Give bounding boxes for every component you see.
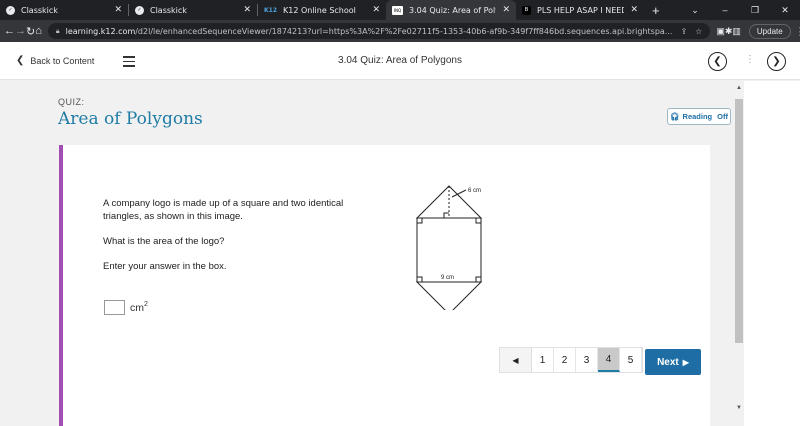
logo-figure: 6 cm 9 cm [415, 185, 483, 310]
brainly-icon: B [522, 5, 531, 15]
question-text: A company logo is made up of a square an… [103, 197, 343, 223]
page-title: 3.04 Quiz: Area of Polygons [338, 55, 462, 66]
k12-icon: K12 [264, 6, 277, 14]
close-icon[interactable]: ✕ [502, 5, 510, 15]
previous-item-button[interactable]: ❮ [708, 52, 727, 71]
unit-exponent: 2 [144, 301, 148, 308]
back-arrow-icon[interactable]: ← [4, 25, 15, 37]
tab-search-icon[interactable]: ⌄ [680, 5, 710, 16]
reading-toggle-button[interactable]: 🎧︎ Reading Off [667, 108, 731, 125]
bookmark-star-icon[interactable]: ☆ [695, 27, 702, 36]
browser-menu-icon[interactable]: ⋮ [795, 25, 800, 38]
close-icon[interactable]: ✕ [114, 5, 122, 15]
close-window-icon[interactable]: ✕ [770, 5, 800, 16]
right-angle-mark [417, 218, 423, 224]
right-angle-mark [475, 218, 481, 224]
restore-icon[interactable]: ❐ [740, 5, 770, 16]
height-label: 6 cm [468, 188, 481, 194]
width-label: 9 cm [441, 275, 454, 281]
browser-tab[interactable]: ✓ Classkick ✕ [0, 0, 128, 20]
window-controls: ⌄ – ❐ ✕ [680, 0, 800, 20]
next-item-button[interactable]: ❯ [767, 52, 786, 71]
inquiry-icon: INQ [392, 5, 403, 15]
quiz-title: Area of Polygons [58, 109, 203, 129]
tab-title: Classkick [150, 5, 187, 15]
question-prompt: What is the area of the logo? [103, 236, 225, 247]
square [416, 217, 482, 283]
address-bar[interactable]: 🔒︎ learning.k12.com/d2l/le/enhancedSeque… [47, 23, 711, 39]
unit-text: cm [130, 302, 144, 314]
browser-toolbar: ← → ↻ ⌂ 🔒︎ learning.k12.com/d2l/le/enhan… [0, 20, 800, 42]
tab-title: K12 Online School [283, 5, 356, 15]
new-tab-button[interactable]: + [644, 0, 668, 20]
browser-tab-bar: ✓ Classkick ✕ ✓ Classkick ✕ K12 K12 Onli… [0, 0, 800, 20]
scroll-up-icon[interactable]: ▲ [736, 85, 742, 91]
question-instruction: Enter your answer in the box. [103, 261, 227, 272]
answer-input[interactable] [104, 300, 125, 315]
browser-tab[interactable]: K12 K12 Online School ✕ [258, 0, 386, 20]
scrollbar[interactable]: ▲ ▼ [734, 81, 744, 426]
question-line: triangles, as shown in this image. [103, 211, 243, 222]
url-path: /d2l/le/enhancedSequenceViewer/1874213?u… [135, 26, 673, 36]
answer-unit: cm2 [130, 301, 148, 314]
next-button[interactable]: Next ▶ [645, 349, 701, 375]
forward-arrow-icon[interactable]: → [15, 25, 26, 37]
browser-tab-active[interactable]: INQ 3.04 Quiz: Area of Polygons ✕ [386, 0, 516, 20]
question-line: A company logo is made up of a square an… [103, 198, 344, 209]
chevron-left-icon: ❮ [713, 56, 722, 67]
close-icon[interactable]: ✕ [372, 5, 380, 15]
main-content: QUIZ: Area of Polygons 🎧︎ Reading Off A … [0, 81, 734, 426]
chevron-right-icon: ❯ [772, 56, 781, 67]
page-button-4[interactable]: 4 [598, 348, 620, 372]
triangle-left-icon: ◀ [512, 355, 519, 365]
bottom-triangle [415, 281, 483, 310]
right-angle-mark [475, 276, 481, 282]
extension-icon[interactable]: ▣ [716, 26, 725, 37]
page-button-5[interactable]: 5 [620, 348, 642, 372]
reading-label: Reading [682, 112, 713, 121]
browser-tab[interactable]: B PLS HELP ASAP I NEED TO G ✕ [516, 0, 644, 20]
close-icon[interactable]: ✕ [630, 5, 638, 15]
minimize-icon[interactable]: – [710, 5, 740, 15]
right-margin [744, 81, 800, 426]
tab-title: 3.04 Quiz: Area of Polygons [409, 5, 496, 15]
scroll-down-icon[interactable]: ▼ [736, 405, 742, 411]
reading-state: Off [717, 112, 728, 121]
sidepanel-icon[interactable]: ▥ [732, 26, 741, 37]
tab-title: PLS HELP ASAP I NEED TO G [537, 5, 625, 15]
app-header: ❮ Back to Content 3.04 Quiz: Area of Pol… [0, 42, 800, 80]
right-angle-mark [443, 212, 449, 218]
classkick-icon: ✓ [6, 5, 15, 15]
classkick-icon: ✓ [135, 5, 144, 15]
share-icon[interactable]: ⇪ [680, 27, 687, 36]
page-button-1[interactable]: 1 [532, 348, 554, 372]
previous-page-button[interactable]: ◀ [500, 348, 532, 372]
triangle-right-icon: ▶ [682, 357, 689, 367]
quiz-label: QUIZ: [58, 97, 85, 107]
separator-dots-icon: ⋮ [745, 54, 755, 65]
tab-title: Classkick [21, 5, 58, 15]
question-card: A company logo is made up of a square an… [59, 145, 710, 426]
headphones-icon: 🎧︎ [670, 112, 680, 121]
page-button-2[interactable]: 2 [554, 348, 576, 372]
reload-icon[interactable]: ↻ [26, 25, 35, 38]
right-angle-mark [417, 276, 423, 282]
page-button-3[interactable]: 3 [576, 348, 598, 372]
extensions-puzzle-icon[interactable]: ✱ [725, 26, 733, 37]
lock-icon[interactable]: 🔒︎ [56, 27, 60, 36]
scrollbar-thumb[interactable] [735, 99, 743, 343]
update-button[interactable]: Update [748, 23, 791, 39]
browser-tab[interactable]: ✓ Classkick ✕ [129, 0, 257, 20]
close-icon[interactable]: ✕ [243, 5, 251, 15]
home-icon[interactable]: ⌂ [35, 25, 42, 37]
next-label: Next [657, 356, 679, 368]
url-domain: learning.k12.com [65, 26, 136, 36]
question-pager: ◀ 1 2 3 4 5 [499, 347, 643, 373]
url-text[interactable]: learning.k12.com/d2l/le/enhancedSequence… [66, 27, 673, 36]
